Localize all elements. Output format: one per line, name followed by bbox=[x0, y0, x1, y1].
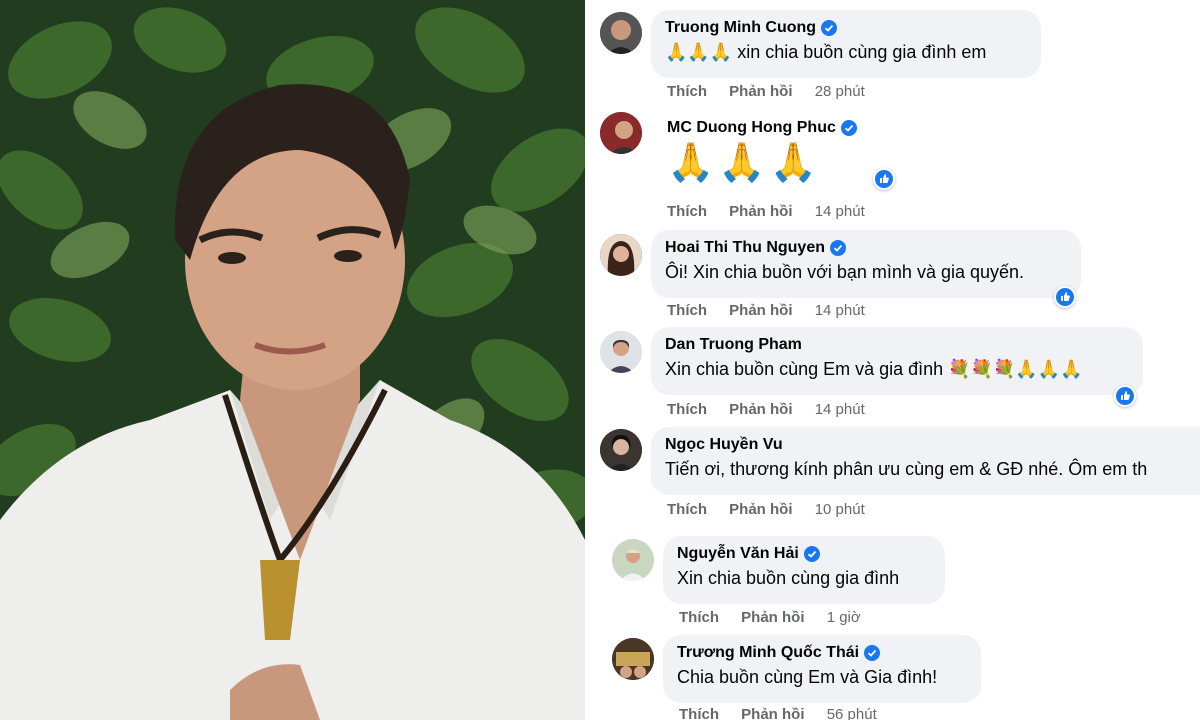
avatar-image bbox=[600, 331, 642, 373]
comment-text: Tiến ơi, thương kính phân ưu cùng em & G… bbox=[665, 459, 1148, 479]
reply-button[interactable]: Phản hồi bbox=[729, 203, 792, 220]
avatar[interactable] bbox=[600, 234, 642, 276]
author-name[interactable]: Nguyễn Văn Hải bbox=[677, 545, 799, 563]
comment-author[interactable]: MC Duong Hong Phuc bbox=[667, 119, 857, 137]
comment-time[interactable]: 14 phút bbox=[815, 401, 865, 418]
author-name[interactable]: Truong Minh Cuong bbox=[665, 19, 816, 37]
verified-badge-icon bbox=[803, 546, 820, 562]
comment-bubble: Nguyễn Văn Hải Xin chia buồn cùng gia đì… bbox=[663, 536, 945, 604]
comment-text: Xin chia buồn cùng gia đình bbox=[677, 568, 900, 588]
reply-button[interactable]: Phản hồi bbox=[741, 609, 804, 626]
comment-author[interactable]: Dan Truong Pham bbox=[665, 336, 802, 354]
avatar[interactable] bbox=[612, 539, 654, 581]
comment-time[interactable]: 10 phút bbox=[815, 501, 865, 518]
author-name[interactable]: Ngọc Huyền Vu bbox=[665, 436, 783, 454]
like-reaction-icon[interactable] bbox=[1114, 385, 1136, 407]
like-button[interactable]: Thích bbox=[667, 401, 707, 418]
like-reaction-icon[interactable] bbox=[873, 168, 895, 190]
reply-button[interactable]: Phản hồi bbox=[741, 706, 804, 720]
comment-author[interactable]: Truong Minh Cuong bbox=[665, 19, 838, 37]
portrait-illustration bbox=[0, 0, 585, 720]
reply-button[interactable]: Phản hồi bbox=[729, 83, 792, 100]
like-button[interactable]: Thích bbox=[679, 609, 719, 626]
comment-time[interactable]: 1 giờ bbox=[827, 609, 861, 626]
comment-actions: Thích Phản hồi 1 giờ bbox=[679, 609, 879, 626]
author-name[interactable]: Hoai Thi Thu Nguyen bbox=[665, 239, 825, 257]
comment-list: Truong Minh Cuong 🙏🙏🙏 xin chia buồn cùng… bbox=[585, 0, 1200, 720]
comment-author[interactable]: Nguyễn Văn Hải bbox=[677, 545, 820, 563]
author-name[interactable]: Trương Minh Quốc Thái bbox=[677, 644, 859, 662]
like-button[interactable]: Thích bbox=[667, 501, 707, 518]
avatar-image bbox=[612, 539, 654, 581]
comment-text: Xin chia buồn cùng Em và gia đình 💐💐💐🙏🙏🙏 bbox=[665, 359, 1083, 379]
comment-bubble: MC Duong Hong Phuc 🙏🙏🙏 bbox=[651, 110, 891, 198]
comment-author[interactable]: Trương Minh Quốc Thái bbox=[677, 644, 881, 662]
avatar-image bbox=[600, 234, 642, 276]
author-name[interactable]: Dan Truong Pham bbox=[665, 336, 802, 354]
comment-author[interactable]: Ngọc Huyền Vu bbox=[665, 436, 783, 454]
like-button[interactable]: Thích bbox=[679, 706, 719, 720]
comment-time[interactable]: 14 phút bbox=[815, 302, 865, 319]
avatar[interactable] bbox=[600, 112, 642, 154]
comment-text: Chia buồn cùng Em và Gia đình! bbox=[677, 667, 938, 687]
reply-button[interactable]: Phản hồi bbox=[729, 501, 792, 518]
verified-badge-icon bbox=[821, 20, 838, 36]
comment-actions: Thích Phản hồi 14 phút bbox=[667, 302, 883, 319]
comment-actions: Thích Phản hồi 28 phút bbox=[667, 83, 883, 100]
like-reaction-icon[interactable] bbox=[1054, 286, 1076, 308]
avatar[interactable] bbox=[600, 429, 642, 471]
comment-actions: Thích Phản hồi 56 phút bbox=[679, 706, 895, 720]
comment-text: 🙏🙏🙏 bbox=[667, 142, 821, 184]
avatar-image bbox=[600, 12, 642, 54]
comment-actions: Thích Phản hồi 14 phút bbox=[667, 203, 883, 220]
avatar-image bbox=[600, 429, 642, 471]
comment-bubble: Trương Minh Quốc Thái Chia buồn cùng Em … bbox=[663, 635, 981, 703]
like-button[interactable]: Thích bbox=[667, 83, 707, 100]
comment-time[interactable]: 56 phút bbox=[827, 706, 877, 720]
avatar-image bbox=[612, 638, 654, 680]
reply-button[interactable]: Phản hồi bbox=[729, 302, 792, 319]
portrait-photo bbox=[0, 0, 585, 720]
like-button[interactable]: Thích bbox=[667, 203, 707, 220]
comment-text: 🙏🙏🙏 xin chia buồn cùng gia đình em bbox=[665, 42, 987, 62]
comment-bubble: Dan Truong Pham Xin chia buồn cùng Em và… bbox=[651, 327, 1143, 395]
avatar[interactable] bbox=[612, 638, 654, 680]
avatar-image bbox=[600, 112, 642, 154]
comment-bubble: Hoai Thi Thu Nguyen Ôi! Xin chia buồn vớ… bbox=[651, 230, 1081, 298]
comment-bubble: Truong Minh Cuong 🙏🙏🙏 xin chia buồn cùng… bbox=[651, 10, 1041, 78]
verified-badge-icon bbox=[830, 240, 846, 256]
reply-button[interactable]: Phản hồi bbox=[729, 401, 792, 418]
comment-actions: Thích Phản hồi 14 phút bbox=[667, 401, 883, 418]
comment-author[interactable]: Hoai Thi Thu Nguyen bbox=[665, 239, 846, 257]
comment-text: Ôi! Xin chia buồn với bạn mình và gia qu… bbox=[665, 262, 1025, 282]
like-button[interactable]: Thích bbox=[667, 302, 707, 319]
avatar[interactable] bbox=[600, 331, 642, 373]
comment-time[interactable]: 14 phút bbox=[815, 203, 865, 220]
comment-actions: Thích Phản hồi 10 phút bbox=[667, 501, 883, 518]
comment-bubble: Ngọc Huyền Vu Tiến ơi, thương kính phân … bbox=[651, 427, 1200, 495]
verified-badge-icon bbox=[840, 120, 857, 136]
verified-badge-icon bbox=[864, 645, 881, 661]
author-name[interactable]: MC Duong Hong Phuc bbox=[667, 119, 836, 137]
comment-time[interactable]: 28 phút bbox=[815, 83, 865, 100]
avatar[interactable] bbox=[600, 12, 642, 54]
